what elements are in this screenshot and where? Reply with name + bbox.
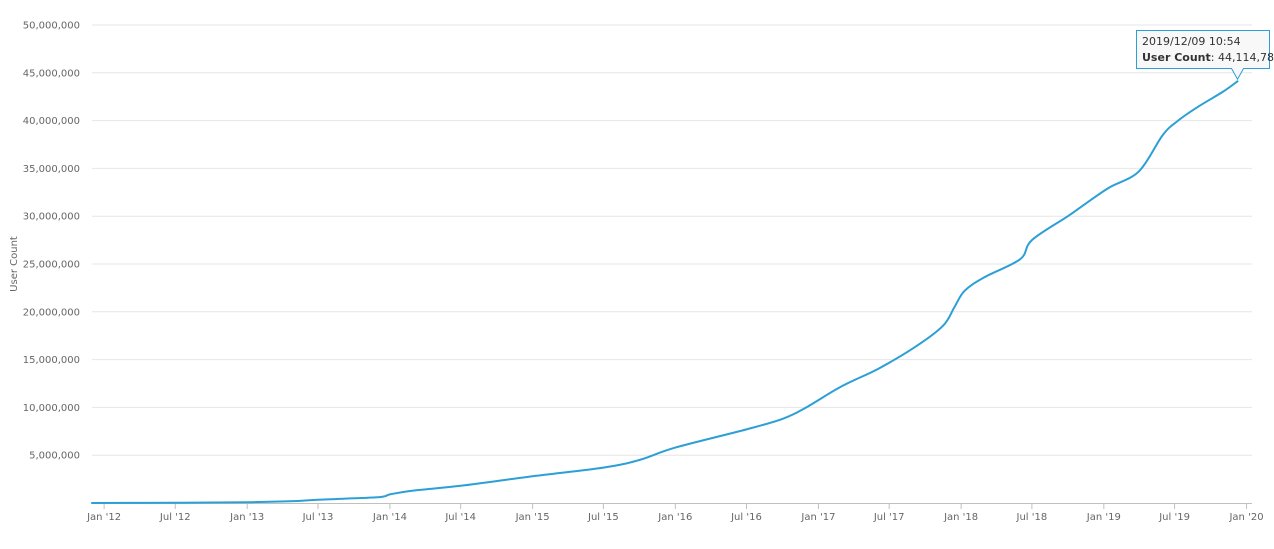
y-tick-label: 40,000,000 [23,116,80,127]
tooltip-separator: : [1211,51,1218,64]
x-tick-label: Jul '12 [159,512,191,523]
y-tick-label: 10,000,000 [23,403,80,414]
x-tick-label: Jan '16 [657,512,692,523]
tooltip-label: User Count [1142,51,1211,64]
y-tick-label: 45,000,000 [23,68,80,79]
y-tick-label: 30,000,000 [23,212,80,223]
x-tick-label: Jul '14 [444,512,476,523]
x-tick-label: Jul '15 [587,512,619,523]
x-tick-label: Jan '18 [943,512,978,523]
x-axis: Jan '12 Jul '12 Jan '13 Jul '13 Jan '14 Jul '… [86,503,1263,523]
tooltip-title: 2019/12/09 10:54 [1142,35,1241,48]
y-tick-label: 35,000,000 [23,164,80,175]
x-tick-label: Jan '12 [86,512,121,523]
x-tick-label: Jan '14 [372,512,407,523]
y-tick-label: 25,000,000 [23,260,80,271]
x-tick-label: Jul '17 [873,512,905,523]
x-tick-label: Jul '19 [1158,512,1190,523]
x-tick-label: Jan '20 [1228,512,1263,523]
x-tick-label: Jul '16 [730,512,762,523]
x-tick-label: Jul '18 [1016,512,1048,523]
chart-container: 5,000,000 10,000,000 15,000,000 20,000,000 2… [0,0,1274,545]
series-line[interactable] [92,81,1238,503]
line-chart: 5,000,000 10,000,000 15,000,000 20,000,000 2… [0,0,1274,545]
y-axis-title: User Count [9,236,20,292]
x-tick-label: Jan '17 [800,512,835,523]
y-tick-label: 5,000,000 [29,451,80,462]
y-tick-label: 15,000,000 [23,355,80,366]
series-layer[interactable] [89,78,1241,506]
y-axis: 5,000,000 10,000,000 15,000,000 20,000,000 2… [23,21,80,462]
tooltip-value: 44,114,786 [1218,51,1274,64]
x-tick-label: Jan '19 [1086,512,1121,523]
x-tick-label: Jul '13 [302,512,334,523]
tooltip-body: User Count: 44,114,786 [1142,51,1274,64]
x-tick-label: Jan '15 [515,512,550,523]
y-tick-label: 20,000,000 [23,307,80,318]
tooltip: 2019/12/09 10:54 User Count: 44,114,786 [1137,31,1274,80]
grid-layer [92,25,1252,455]
x-tick-label: Jan '13 [229,512,264,523]
y-tick-label: 50,000,000 [23,21,80,32]
